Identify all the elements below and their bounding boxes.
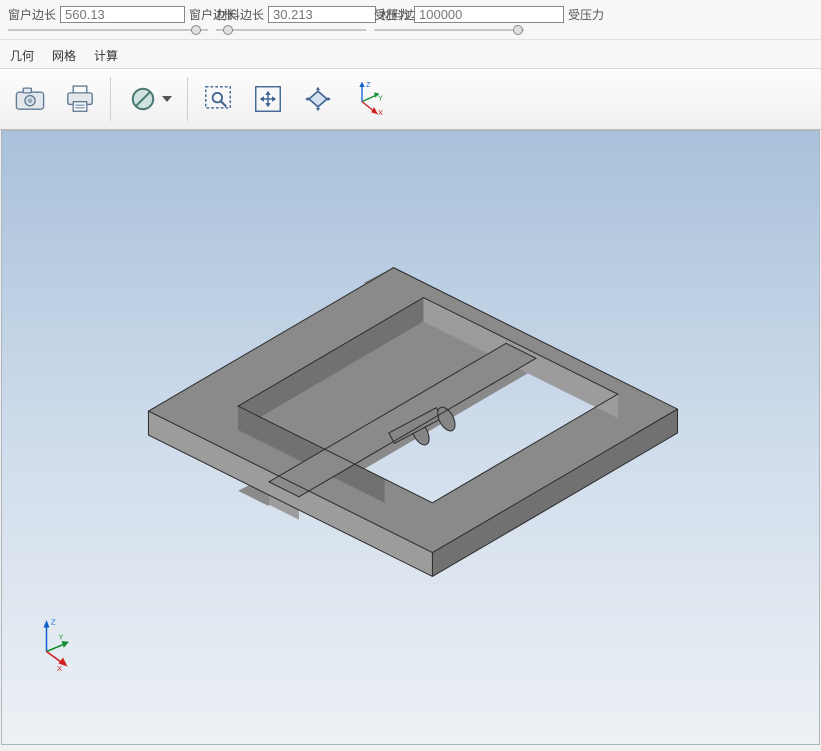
pressure-slider[interactable] <box>374 23 524 37</box>
print-icon <box>63 82 97 116</box>
viewport-3d[interactable]: Z Y X <box>1 130 820 745</box>
zoom-select-button[interactable] <box>194 75 242 123</box>
camera-icon <box>13 82 47 116</box>
model-3d <box>2 131 819 744</box>
rotate-icon <box>301 82 335 116</box>
parameter-bar: 窗户边长 窗户边长 材料边长 材料边长 受压力 受压力 <box>0 0 821 39</box>
dropdown-arrow-icon <box>162 96 172 102</box>
tab-compute[interactable]: 计算 <box>92 44 120 68</box>
axis-triad: Z Y X <box>30 614 90 674</box>
print-button[interactable] <box>56 75 104 123</box>
pressure-label-post: 受压力 <box>568 6 604 23</box>
pressure-label-pre: 受压力 <box>374 6 410 23</box>
material-length-slider[interactable] <box>216 23 366 37</box>
axis-orientation-button[interactable]: Z Y X <box>344 77 388 121</box>
param-pressure: 受压力 受压力 <box>374 6 524 37</box>
window-length-slider[interactable] <box>8 23 208 37</box>
zoom-select-icon <box>201 82 235 116</box>
material-length-input[interactable] <box>268 6 376 23</box>
suppress-button[interactable] <box>117 75 181 123</box>
material-length-label-pre: 材料边长 <box>216 6 264 23</box>
screenshot-button[interactable] <box>6 75 54 123</box>
toolbar-separator <box>110 77 111 121</box>
view-tabs: 几何 网格 计算 <box>0 39 821 68</box>
window-length-label-pre: 窗户边长 <box>8 6 56 23</box>
pressure-input[interactable] <box>414 6 564 23</box>
toolbar-separator <box>187 77 188 121</box>
tab-geometry[interactable]: 几何 <box>8 44 36 68</box>
rotate-view-button[interactable] <box>294 75 342 123</box>
param-material-length: 材料边长 材料边长 <box>216 6 366 37</box>
window-length-input[interactable] <box>60 6 185 23</box>
svg-text:X: X <box>57 664 62 673</box>
svg-text:Y: Y <box>59 633 64 642</box>
not-allowed-icon <box>126 82 160 116</box>
fit-view-button[interactable] <box>244 75 292 123</box>
svg-text:X: X <box>378 108 383 117</box>
toolbar: Z Y X <box>0 68 821 130</box>
tab-mesh[interactable]: 网格 <box>50 44 78 68</box>
param-window-length: 窗户边长 窗户边长 <box>8 6 208 37</box>
move-icon <box>251 82 285 116</box>
axis-icon: Z Y X <box>346 79 386 119</box>
svg-text:Y: Y <box>378 93 383 102</box>
svg-text:Z: Z <box>51 618 56 627</box>
svg-text:Z: Z <box>366 80 371 89</box>
